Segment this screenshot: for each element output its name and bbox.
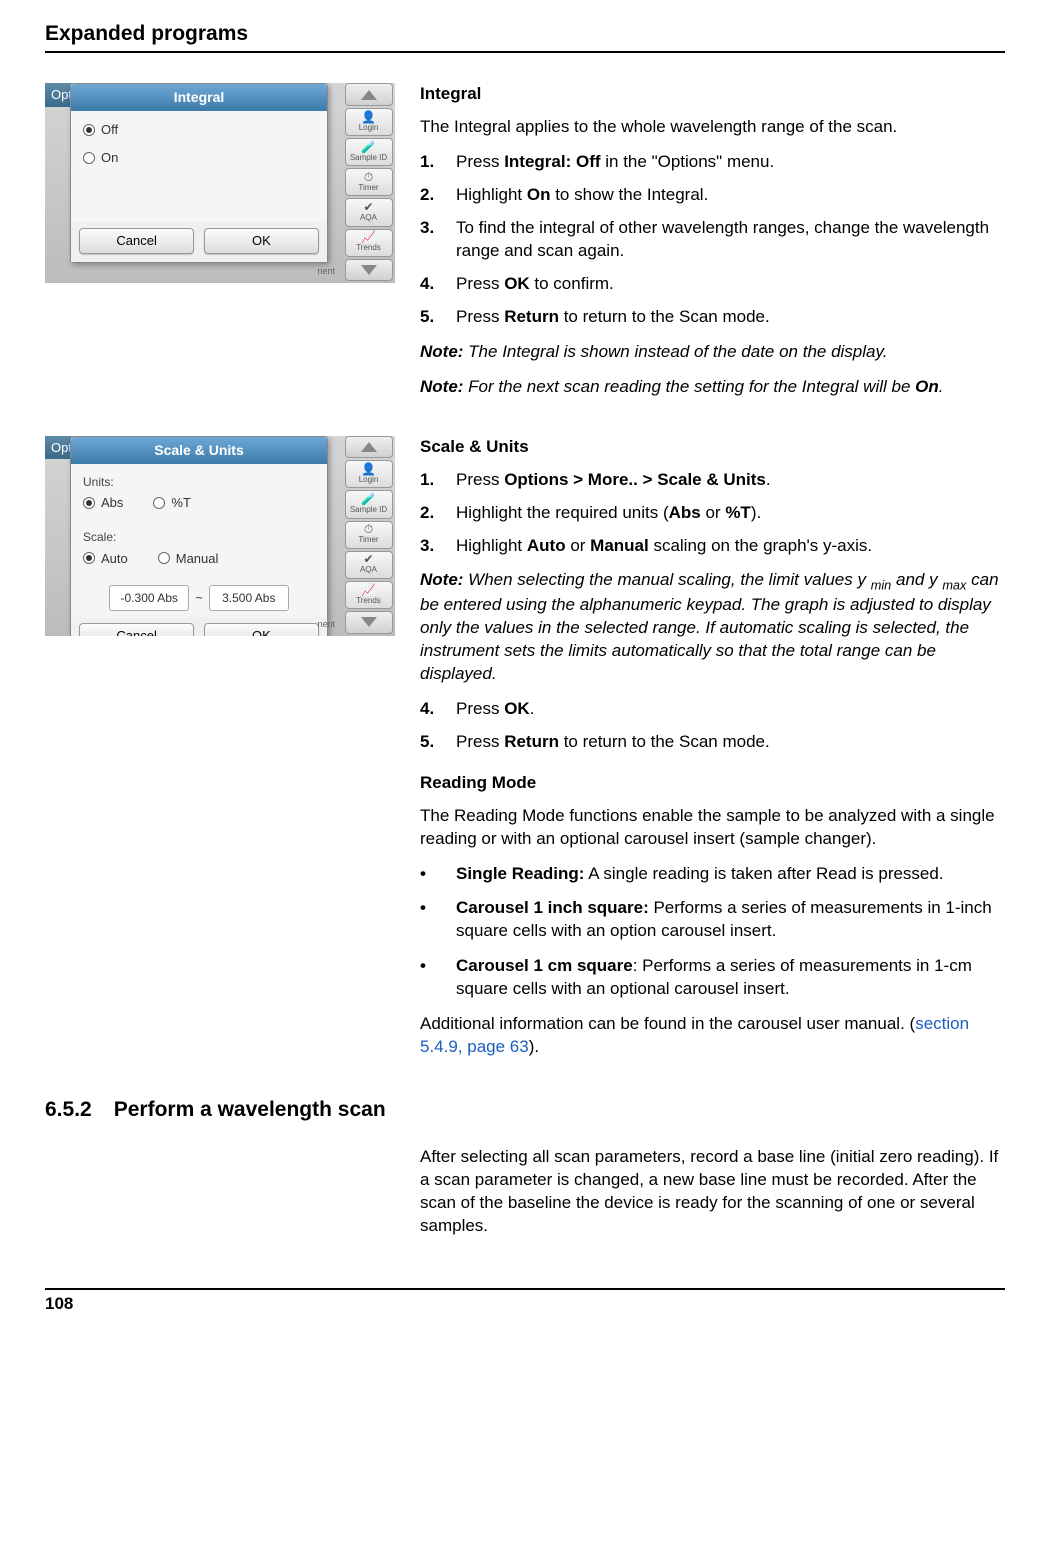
sampleid-button[interactable]: 🧪Sample ID	[345, 490, 393, 518]
step-3: 3.To find the integral of other waveleng…	[420, 217, 1005, 263]
bullet-single-reading: •Single Reading: A single reading is tak…	[420, 863, 1005, 886]
arrow-down-icon[interactable]	[345, 611, 393, 634]
cancel-button[interactable]: Cancel	[79, 623, 194, 635]
radio-on[interactable]: On	[83, 149, 315, 167]
scale-label: Scale:	[83, 529, 315, 545]
login-button[interactable]: 👤Login	[345, 108, 393, 136]
aqa-button[interactable]: ✔AQA	[345, 551, 393, 579]
scale-heading: Scale & Units	[420, 436, 1005, 459]
integral-heading: Integral	[420, 83, 1005, 106]
radio-icon	[153, 497, 165, 509]
radio-pt[interactable]: %T	[153, 494, 191, 512]
section-heading: 6.5.2 Perform a wavelength scan	[45, 1096, 1005, 1124]
radio-icon	[158, 552, 170, 564]
radio-icon	[83, 124, 95, 136]
login-button[interactable]: 👤Login	[345, 460, 393, 488]
section-title: Perform a wavelength scan	[114, 1096, 386, 1124]
units-label: Units:	[83, 474, 315, 490]
scale-step-1: 1.Press Options > More.. > Scale & Units…	[420, 469, 1005, 492]
note-1: Note: The Integral is shown instead of t…	[420, 341, 1005, 364]
radio-icon	[83, 152, 95, 164]
row-integral: Options Integral Off On	[45, 83, 1005, 410]
background-text: nent	[317, 265, 335, 277]
bullet-carousel-inch: •Carousel 1 inch square: Performs a seri…	[420, 897, 1005, 943]
footer-rule	[45, 1288, 1005, 1290]
dialog-sidebar: 👤Login 🧪Sample ID ⏱Timer ✔AQA 📈Trends	[341, 83, 395, 283]
scale-step-3: 3.Highlight Auto or Manual scaling on th…	[420, 535, 1005, 558]
reading-heading: Reading Mode	[420, 772, 1005, 795]
row-scale: Options Scale & Units Units: Abs %T Scal…	[45, 436, 1005, 1071]
dialog-sidebar: 👤Login 🧪Sample ID ⏱Timer ✔AQA 📈Trends	[341, 436, 395, 636]
radio-auto[interactable]: Auto	[83, 550, 128, 568]
dialog-title: Scale & Units	[71, 437, 327, 464]
min-value-box[interactable]: -0.300 Abs	[109, 585, 189, 611]
header-rule	[45, 51, 1005, 53]
step-5: 5.Press Return to return to the Scan mod…	[420, 306, 1005, 329]
trends-button[interactable]: 📈Trends	[345, 229, 393, 257]
arrow-up-icon[interactable]	[345, 83, 393, 106]
scale-dialog: Scale & Units Units: Abs %T Scale: Auto …	[70, 436, 328, 636]
step-2: 2.Highlight On to show the Integral.	[420, 184, 1005, 207]
screenshot-scale: Options Scale & Units Units: Abs %T Scal…	[45, 436, 395, 636]
timer-button[interactable]: ⏱Timer	[345, 168, 393, 196]
cancel-button[interactable]: Cancel	[79, 228, 194, 254]
screenshot-integral: Options Integral Off On	[45, 83, 395, 283]
section-para: After selecting all scan parameters, rec…	[420, 1146, 1005, 1238]
scale-note: Note: When selecting the manual scaling,…	[420, 569, 1005, 685]
integral-intro: The Integral applies to the whole wavele…	[420, 116, 1005, 139]
tilde: ~	[195, 589, 203, 607]
step-4: 4.Press OK to confirm.	[420, 273, 1005, 296]
ok-button[interactable]: OK	[204, 228, 319, 254]
radio-abs[interactable]: Abs	[83, 494, 123, 512]
step-1: 1.Press Integral: Off in the "Options" m…	[420, 151, 1005, 174]
sampleid-button[interactable]: 🧪Sample ID	[345, 138, 393, 166]
aqa-button[interactable]: ✔AQA	[345, 198, 393, 226]
radio-off[interactable]: Off	[83, 121, 315, 139]
section-number: 6.5.2	[45, 1096, 92, 1124]
scale-step-5: 5.Press Return to return to the Scan mod…	[420, 731, 1005, 754]
page-header: Expanded programs	[45, 20, 1005, 48]
ok-button[interactable]: OK	[204, 623, 319, 635]
integral-dialog: Integral Off On Cancel	[70, 83, 328, 263]
note-2: Note: For the next scan reading the sett…	[420, 376, 1005, 399]
reading-intro: The Reading Mode functions enable the sa…	[420, 805, 1005, 851]
page-number: 108	[45, 1293, 1005, 1316]
arrow-down-icon[interactable]	[345, 259, 393, 282]
arrow-up-icon[interactable]	[345, 436, 393, 459]
bullet-carousel-cm: •Carousel 1 cm square: Performs a series…	[420, 955, 1005, 1001]
additional-info: Additional information can be found in t…	[420, 1013, 1005, 1059]
trends-button[interactable]: 📈Trends	[345, 581, 393, 609]
radio-icon	[83, 552, 95, 564]
radio-icon	[83, 497, 95, 509]
scale-step-2: 2.Highlight the required units (Abs or %…	[420, 502, 1005, 525]
scale-step-4: 4.Press OK.	[420, 698, 1005, 721]
dialog-title: Integral	[71, 84, 327, 111]
background-text: nent	[317, 618, 335, 630]
max-value-box[interactable]: 3.500 Abs	[209, 585, 289, 611]
radio-manual[interactable]: Manual	[158, 550, 219, 568]
timer-button[interactable]: ⏱Timer	[345, 521, 393, 549]
